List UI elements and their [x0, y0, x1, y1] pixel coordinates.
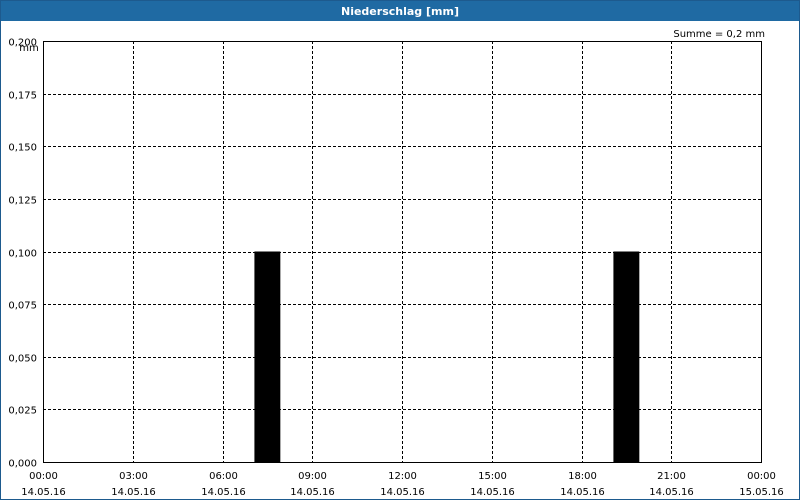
x-tick-date: 14.05.16 [21, 487, 66, 498]
x-tick-labels: 00:00 14.05.16 03:00 14.05.16 06:00 14.05.16 0… [21, 471, 784, 498]
x-tick-date: 14.05.16 [290, 487, 335, 498]
x-tick-date: 14.05.16 [470, 487, 515, 498]
x-tick-time: 21:00 [657, 471, 686, 482]
sum-label: Summe = 0,2 mm [673, 29, 765, 40]
precipitation-bar [613, 251, 640, 462]
y-tick-labels: 0,000 0,025 0,050 0,075 0,100 0,125 0,150 0,175… [8, 38, 37, 470]
x-tick-time: 00:00 [29, 471, 58, 482]
x-tick-date: 14.05.16 [649, 487, 694, 498]
x-tick-date: 15.05.16 [739, 487, 784, 498]
chart-title: Niederschlag [mm] [1, 1, 799, 21]
precipitation-chart: mm Summe = 0,2 mm 0,0000,0250,0500,0750,… [8, 29, 784, 498]
precipitation-bar [254, 251, 281, 462]
x-tick-time: 18:00 [568, 471, 597, 482]
x-tick-time: 15:00 [478, 471, 507, 482]
x-tick-time: 12:00 [388, 471, 417, 482]
y-tick-label: 0,150 [8, 143, 37, 154]
chart-window: Niederschlag [mm] mm Summe = 0,2 mm 0,00… [0, 0, 800, 500]
gridlines [43, 41, 761, 462]
y-tick-label: 0,100 [8, 249, 37, 260]
y-tick-label: 0,175 [8, 91, 37, 102]
y-tick-label: 0,200 [8, 38, 37, 49]
y-tick-label: 0,050 [8, 354, 37, 365]
x-tick-time: 09:00 [298, 471, 327, 482]
y-tick-label: 0,000 [8, 459, 37, 470]
x-tick-time: 00:00 [747, 471, 776, 482]
x-tick-time: 06:00 [209, 471, 238, 482]
y-tick-label: 0,025 [8, 406, 37, 417]
x-tick-date: 14.05.16 [111, 487, 156, 498]
x-tick-date: 14.05.16 [201, 487, 246, 498]
x-tick-date: 14.05.16 [560, 487, 605, 498]
y-tick-label: 0,125 [8, 196, 37, 207]
x-tick-time: 03:00 [119, 471, 148, 482]
x-tick-date: 14.05.16 [380, 487, 425, 498]
y-tick-label: 0,075 [8, 301, 37, 312]
